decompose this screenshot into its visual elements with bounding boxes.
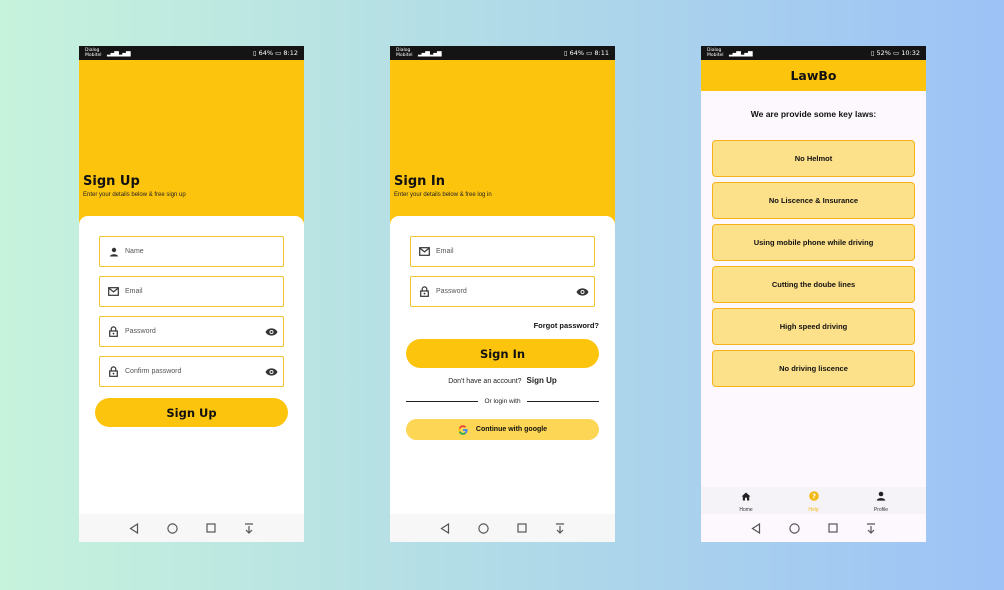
- help-screen: Dialog Mobitel ▂▄▆ ▂▄▆ ▯ 52% ▭ 10:32 Law…: [701, 46, 926, 542]
- password-field[interactable]: Password: [410, 276, 595, 307]
- page-subtitle: Enter your details below & free log in: [394, 192, 492, 198]
- title-block: Sign Up Enter your details below & free …: [83, 174, 186, 198]
- divider-line: [526, 400, 599, 403]
- or-divider: Or login with: [406, 398, 599, 405]
- back-icon[interactable]: [438, 521, 452, 535]
- signal-icon: ▂▄▆ ▂▄▆: [418, 49, 442, 57]
- google-icon: [458, 424, 468, 435]
- password-placeholder: Password: [436, 288, 467, 295]
- status-right: ▯ 52% ▭ 10:32: [870, 49, 920, 57]
- email-field[interactable]: Email: [99, 276, 284, 307]
- eye-icon[interactable]: [264, 367, 278, 376]
- recents-icon[interactable]: [204, 521, 218, 535]
- confirm-password-placeholder: Confirm password: [125, 368, 182, 375]
- back-icon[interactable]: [127, 521, 141, 535]
- sign-up-button[interactable]: Sign Up: [95, 398, 288, 427]
- name-placeholder: Name: [125, 248, 144, 255]
- app-title: LawBo: [701, 60, 926, 91]
- title-block: Sign In Enter your details below & free …: [394, 174, 492, 198]
- person-icon: [108, 246, 119, 257]
- system-nav-bar: [390, 514, 615, 542]
- notification-pull-icon[interactable]: [864, 521, 878, 535]
- status-right: ▯ 64% ▭ 8:12: [253, 49, 298, 57]
- back-icon[interactable]: [749, 521, 763, 535]
- sign-up-link[interactable]: Sign Up: [527, 376, 557, 385]
- law-item[interactable]: No Helmot: [712, 140, 915, 177]
- lock-icon: [108, 326, 119, 337]
- home-circle-icon[interactable]: [476, 521, 490, 535]
- google-button-label: Continue with google: [475, 426, 548, 433]
- page-title: Sign In: [394, 174, 445, 189]
- law-item[interactable]: Cutting the doube lines: [712, 266, 915, 303]
- notification-pull-icon[interactable]: [242, 521, 256, 535]
- recents-icon[interactable]: [826, 521, 840, 535]
- clock: 8:11: [594, 49, 609, 57]
- law-item[interactable]: No driving liscence: [712, 350, 915, 387]
- nav-profile[interactable]: Profile: [866, 487, 896, 514]
- header-background: [390, 60, 615, 230]
- signin-screen: Dialog Mobitel ▂▄▆ ▂▄▆ ▯ 64% ▭ 8:11 Sign…: [390, 46, 615, 542]
- forgot-password-link[interactable]: Forgot password?: [534, 321, 599, 330]
- signal-icon: ▂▄▆ ▂▄▆: [107, 49, 131, 57]
- page-subtitle: Enter your details below & free sign up: [83, 192, 186, 198]
- nav-help-label: Help: [808, 507, 819, 513]
- lock-icon: [108, 366, 119, 377]
- battery-percent: 52%: [876, 49, 891, 57]
- carrier-label: Dialog Mobitel: [396, 48, 413, 58]
- lock-icon: [419, 286, 430, 297]
- home-circle-icon[interactable]: [787, 521, 801, 535]
- nav-home-label: Home: [739, 507, 753, 513]
- bottom-navigation: Home ? Help Profile: [701, 487, 926, 514]
- nav-help[interactable]: ? Help: [799, 487, 829, 514]
- name-field[interactable]: Name: [99, 236, 284, 267]
- eye-icon[interactable]: [575, 287, 589, 296]
- password-placeholder: Password: [125, 328, 156, 335]
- clock: 8:12: [283, 49, 298, 57]
- google-login-button[interactable]: Continue with google: [406, 419, 599, 440]
- email-placeholder: Email: [125, 288, 143, 295]
- status-bar: Dialog Mobitel ▂▄▆ ▂▄▆ ▯ 64% ▭ 8:12: [79, 46, 304, 60]
- password-field[interactable]: Password: [99, 316, 284, 347]
- recents-icon[interactable]: [515, 521, 529, 535]
- system-nav-bar: [701, 514, 926, 542]
- status-bar: Dialog Mobitel ▂▄▆ ▂▄▆ ▯ 64% ▭ 8:11: [390, 46, 615, 60]
- confirm-password-field[interactable]: Confirm password: [99, 356, 284, 387]
- eye-icon[interactable]: [264, 327, 278, 336]
- home-circle-icon[interactable]: [165, 521, 179, 535]
- system-nav-bar: [79, 514, 304, 542]
- house-icon: [741, 488, 751, 506]
- form-sheet: Name Email Password Confirm password Sig…: [79, 216, 304, 516]
- help-circle-icon: ?: [808, 488, 819, 506]
- battery-percent: 64%: [569, 49, 585, 57]
- law-item[interactable]: No Liscence & Insurance: [712, 182, 915, 219]
- battery-percent: 64%: [258, 49, 274, 57]
- carrier-label: Dialog Mobitel: [707, 48, 724, 58]
- person-icon: [876, 488, 886, 506]
- email-placeholder: Email: [436, 248, 454, 255]
- header-background: [79, 60, 304, 230]
- no-account-text: Don't have an account?: [448, 378, 522, 385]
- page-title: Sign Up: [83, 174, 140, 189]
- mail-icon: [419, 246, 430, 257]
- divider-text: Or login with: [484, 398, 521, 405]
- no-account-row: Don't have an account? Sign Up: [390, 376, 615, 385]
- divider-line: [406, 400, 479, 403]
- signup-screen: Dialog Mobitel ▂▄▆ ▂▄▆ ▯ 64% ▭ 8:12 Sign…: [79, 46, 304, 542]
- svg-text:?: ?: [811, 493, 815, 501]
- law-item[interactable]: High speed driving: [712, 308, 915, 345]
- nav-profile-label: Profile: [873, 507, 889, 513]
- law-item[interactable]: Using mobile phone while driving: [712, 224, 915, 261]
- carrier-label: Dialog Mobitel: [85, 48, 102, 58]
- signal-icon: ▂▄▆ ▂▄▆: [729, 49, 753, 57]
- status-bar: Dialog Mobitel ▂▄▆ ▂▄▆ ▯ 52% ▭ 10:32: [701, 46, 926, 60]
- notification-pull-icon[interactable]: [553, 521, 567, 535]
- email-field[interactable]: Email: [410, 236, 595, 267]
- status-right: ▯ 64% ▭ 8:11: [564, 49, 609, 57]
- sign-in-button[interactable]: Sign In: [406, 339, 599, 368]
- nav-home[interactable]: Home: [731, 487, 761, 514]
- clock: 10:32: [901, 49, 920, 57]
- laws-heading: We are provide some key laws:: [750, 109, 877, 119]
- mail-icon: [108, 286, 119, 297]
